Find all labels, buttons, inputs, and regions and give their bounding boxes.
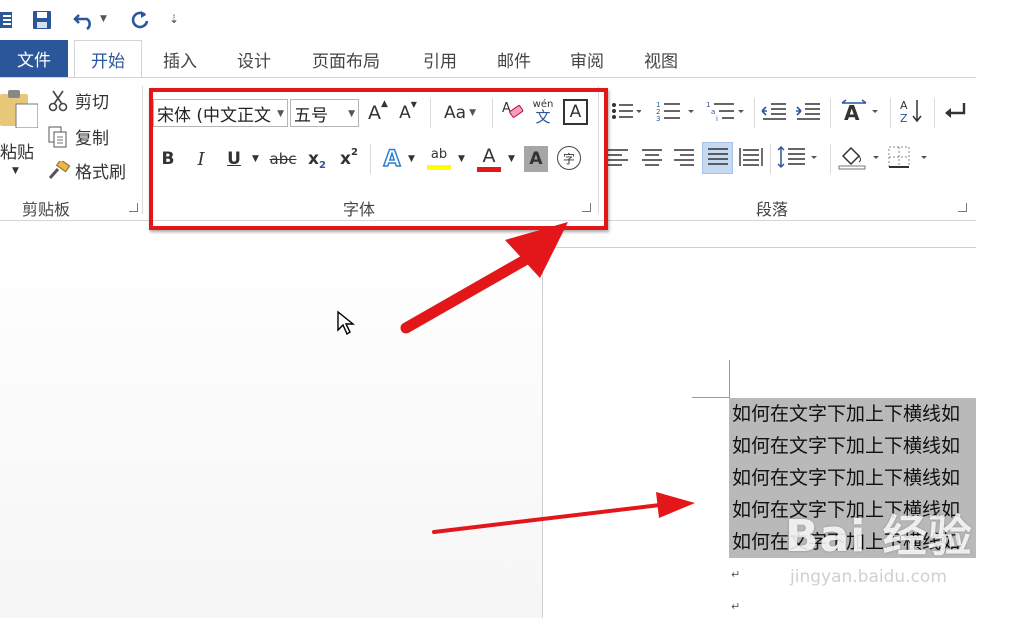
watermark-url: jingyan.baidu.com (790, 567, 947, 587)
annotation-arrow-icon (400, 222, 568, 334)
watermark-logo: Bai 经验 (785, 511, 973, 562)
word-window: ▼ ⇣ 文件 开始 插入 设计 页面布局 引用 邮件 审阅 视图 粘贴 ▼ 剪切 (0, 0, 1021, 618)
blank-margin (976, 0, 1021, 618)
annotation-arrow-icon (432, 492, 695, 534)
